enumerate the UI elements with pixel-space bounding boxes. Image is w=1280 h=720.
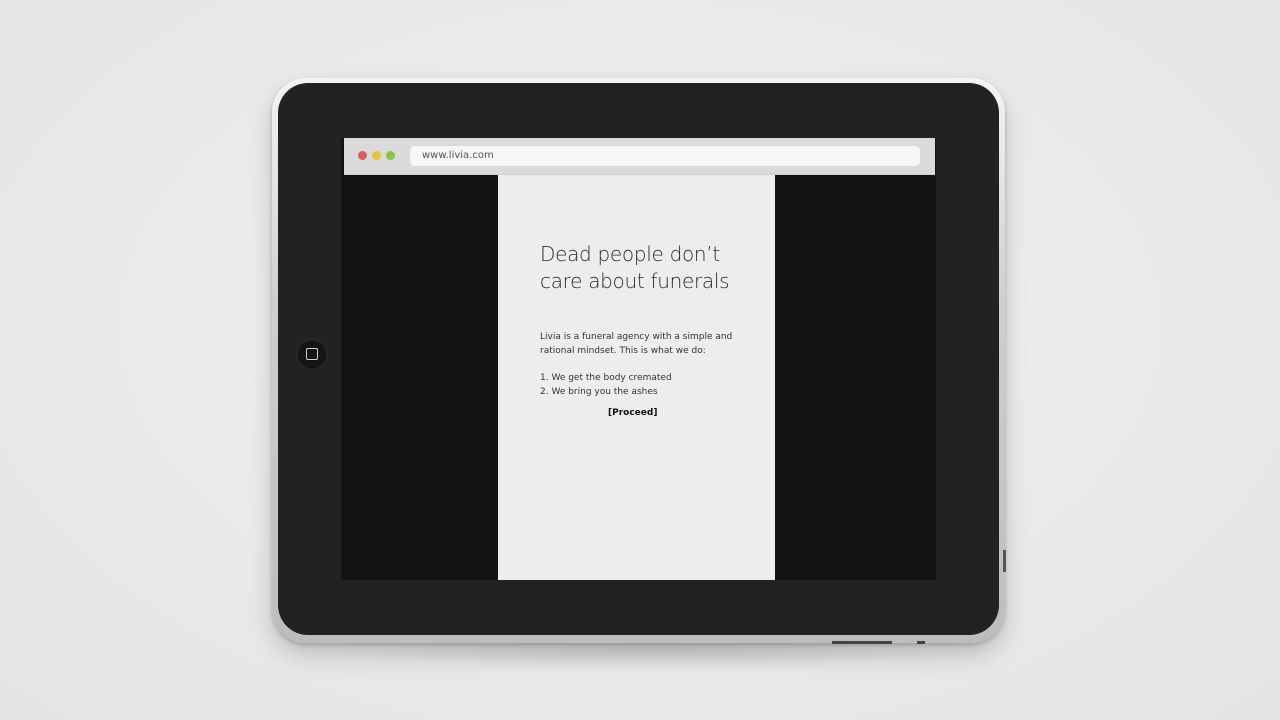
minimize-window-icon[interactable] — [372, 151, 381, 160]
port-indicator — [917, 641, 925, 644]
proceed-link[interactable]: [Proceed] — [608, 408, 657, 418]
web-page: Dead people don’t care about funerals Li… — [498, 175, 775, 580]
intro-paragraph: Livia is a funeral agency with a simple … — [540, 332, 733, 356]
dock-connector — [832, 641, 892, 644]
home-button-square-icon — [306, 348, 318, 360]
page-headline: Dead people don’t care about funerals — [540, 242, 730, 293]
tablet-screen: www.livia.com Dead people don’t care abo… — [341, 138, 936, 580]
scene: www.livia.com Dead people don’t care abo… — [0, 0, 1280, 720]
close-window-icon[interactable] — [358, 151, 367, 160]
address-bar[interactable]: www.livia.com — [410, 146, 920, 166]
home-button[interactable] — [297, 339, 327, 369]
list-item: 2. We bring you the ashes — [540, 387, 658, 397]
service-steps-list: 1. We get the body cremated 2. We bring … — [540, 371, 740, 399]
list-item: 1. We get the body cremated — [540, 373, 672, 383]
volume-button — [1003, 550, 1006, 572]
browser-toolbar: www.livia.com — [344, 138, 935, 175]
maximize-window-icon[interactable] — [386, 151, 395, 160]
